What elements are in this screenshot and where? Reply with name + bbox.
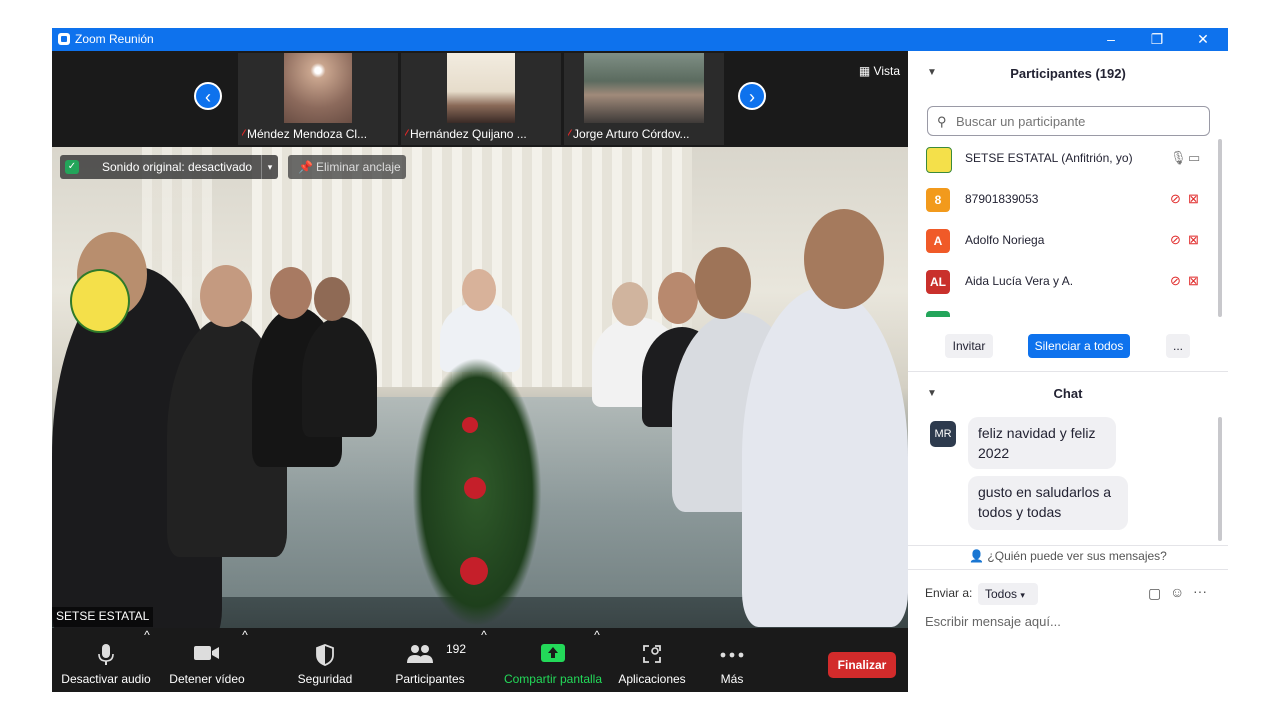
mute-button[interactable]: Desactivar audio <box>56 628 156 692</box>
avatar: AL <box>926 270 950 294</box>
participant-name: SETSE ESTATAL (Anfitrión, yo) <box>965 151 1133 165</box>
participants-button[interactable]: 192 Participantes <box>390 628 470 692</box>
participant-name: Aida Lucía Vera y A. <box>965 274 1074 288</box>
camera-off-icon[interactable]: ⊠ <box>1188 191 1199 207</box>
participant-row[interactable]: SETSE ESTATAL (Anfitrión, yo) 🎙 ▭ <box>926 141 1216 177</box>
participant-name: Hernández Quijano ... <box>410 127 527 141</box>
thumbnail-strip: ‹ ⁄ Méndez Mendoza Cl... ⁄ Hernández Quija… <box>52 51 908 147</box>
minimize-button[interactable]: – <box>1096 30 1126 48</box>
window-title: Zoom Reunión <box>75 32 154 46</box>
unpin-button[interactable]: 📌 Eliminar anclaje <box>288 155 406 179</box>
avatar: A <box>926 229 950 253</box>
chat-message: feliz navidad y feliz 2022 <box>968 417 1116 469</box>
mic-muted-icon[interactable]: ⊘ <box>1170 273 1181 289</box>
mic-muted-icon[interactable]: ⊘ <box>1170 232 1181 248</box>
meeting-toolbar: Desactivar audio ^ Detener vídeo ^ Segur… <box>52 628 908 692</box>
video-options-caret[interactable]: ^ <box>240 628 250 692</box>
person-lock-icon: 👤 <box>969 549 985 563</box>
chat-sender-avatar: MR <box>930 421 956 447</box>
mic-muted-icon: ⁄ <box>242 127 245 141</box>
main-video <box>52 147 908 628</box>
shield-check-icon: ✓ <box>65 160 79 174</box>
more-dots-icon <box>720 652 744 658</box>
video-thumbnail[interactable]: ⁄ Jorge Arturo Córdov... <box>564 53 724 145</box>
participants-icon <box>407 645 433 663</box>
participant-name: Adolfo Noriega <box>965 233 1045 247</box>
participants-scrollbar[interactable] <box>1218 139 1222 317</box>
participant-name: 87901839053 <box>965 192 1039 206</box>
security-button[interactable]: Seguridad <box>290 628 360 692</box>
audio-options-caret[interactable]: ^ <box>142 628 152 692</box>
invite-button[interactable]: Invitar <box>945 334 993 358</box>
chat-more-icon[interactable]: ··· <box>1193 583 1207 599</box>
original-sound-label: Sonido original: desactivado <box>102 160 253 174</box>
next-page-button[interactable]: › <box>738 82 766 110</box>
camera-icon[interactable]: ▭ <box>1188 150 1200 166</box>
mic-muted-icon: ⁄ <box>568 127 571 141</box>
participant-search-input[interactable] <box>954 113 1198 130</box>
chat-message: gusto en saludarlos a todos y todas <box>968 476 1128 530</box>
video-area: ‹ ⁄ Méndez Mendoza Cl... ⁄ Hernández Quija… <box>52 51 908 692</box>
participant-row[interactable]: 8 87901839053 ⊘ ⊠ <box>926 182 1216 218</box>
recipient-dropdown[interactable]: Todos ▾ <box>978 583 1038 605</box>
shield-icon <box>316 644 334 666</box>
participant-video <box>284 53 352 123</box>
file-icon[interactable]: ▢ <box>1148 585 1161 602</box>
participant-row[interactable]: A Adolfo Noriega ⊘ ⊠ <box>926 223 1216 259</box>
participant-row[interactable]: AL Aida Lucía Vera y A. ⊘ ⊠ <box>926 264 1216 300</box>
setse-logo <box>70 269 130 333</box>
participant-name: Jorge Arturo Córdov... <box>573 127 690 141</box>
restore-button[interactable]: ❐ <box>1142 30 1172 48</box>
stop-video-button[interactable]: Detener vídeo <box>162 628 252 692</box>
avatar: 8 <box>926 188 950 212</box>
participants-more-button[interactable]: ... <box>1166 334 1190 358</box>
title-bar: Zoom Reunión – ❐ ✕ <box>52 28 1228 51</box>
video-thumbnail[interactable]: ⁄ Méndez Mendoza Cl... <box>238 53 398 145</box>
mic-icon[interactable]: 🎙 <box>1170 150 1187 166</box>
video-name-label: SETSE ESTATAL <box>52 607 154 627</box>
original-sound-toggle[interactable]: ✓ Sonido original: desactivado ▾ <box>60 155 278 179</box>
close-button[interactable]: ✕ <box>1188 30 1218 48</box>
participants-options-caret[interactable]: ^ <box>479 628 489 692</box>
avatar <box>926 311 950 317</box>
mic-muted-icon[interactable]: ⊘ <box>1170 191 1181 207</box>
participant-video <box>584 53 704 123</box>
prev-page-button[interactable]: ‹ <box>194 82 222 110</box>
send-to-label: Enviar a: <box>925 586 973 600</box>
participants-count: 192 <box>446 642 467 656</box>
camera-off-icon[interactable]: ⊠ <box>1188 232 1199 248</box>
chat-scrollbar[interactable] <box>1218 417 1222 541</box>
camera-off-icon[interactable]: ⊠ <box>1188 273 1199 289</box>
avatar <box>926 147 952 173</box>
more-button[interactable]: Más <box>702 628 762 692</box>
view-button[interactable]: ▦ Vista <box>859 64 900 78</box>
emoji-icon[interactable]: ☺ <box>1170 584 1184 600</box>
end-meeting-button[interactable]: Finalizar <box>828 652 896 678</box>
mic-muted-icon: ⁄ <box>405 127 408 141</box>
video-camera-icon <box>194 646 219 660</box>
chevron-down-icon[interactable]: ▾ <box>261 155 278 179</box>
search-icon: ⚲ <box>937 114 947 129</box>
participants-header: Participantes (192) <box>1010 66 1126 81</box>
chat-input[interactable]: Escribir mensaje aquí... <box>925 614 1061 629</box>
participant-search[interactable]: ⚲ <box>927 106 1210 136</box>
share-options-caret[interactable]: ^ <box>592 628 602 692</box>
share-screen-icon <box>541 644 565 662</box>
participant-video <box>447 53 515 123</box>
microphone-icon <box>98 644 114 665</box>
participant-name: Méndez Mendoza Cl... <box>247 127 368 141</box>
grid-icon: ▦ <box>858 64 874 78</box>
pin-icon: 📌 <box>298 160 313 174</box>
side-panel: ▼ Participantes (192) ⚲ SETSE ESTATAL (A… <box>908 51 1228 692</box>
chat-header: Chat <box>1053 386 1083 401</box>
mute-all-button[interactable]: Silenciar a todos <box>1028 334 1130 358</box>
who-can-see-link[interactable]: 👤 ¿Quién puede ver sus mensajes? <box>908 549 1228 563</box>
video-thumbnail[interactable]: ⁄ Hernández Quijano ... <box>401 53 561 145</box>
apps-button[interactable]: Aplicaciones <box>612 628 692 692</box>
zoom-logo-icon <box>58 33 70 45</box>
chevron-down-icon: ▾ <box>1020 590 1025 600</box>
apps-icon <box>643 645 661 663</box>
